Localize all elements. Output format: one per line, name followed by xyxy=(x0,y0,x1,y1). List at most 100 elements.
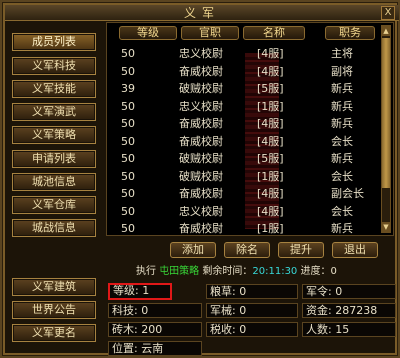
table-row[interactable]: 50 奋威校尉 [4服] 副会长 xyxy=(107,184,379,203)
cell-rank: 忠义校尉 xyxy=(179,99,223,113)
cell-rank: 破贼校尉 xyxy=(179,82,223,95)
column-header-rank[interactable]: 官职 xyxy=(181,26,239,40)
cell-level: 50 xyxy=(121,99,135,113)
tax-field: 税收: 0 xyxy=(206,322,298,337)
cell-role: 会长 xyxy=(331,134,353,148)
cell-rank: 奋威校尉 xyxy=(179,222,223,235)
cell-role: 新兵 xyxy=(331,82,353,95)
cell-name: [4服] xyxy=(257,47,284,60)
cell-role: 主将 xyxy=(331,47,353,60)
table-row[interactable]: 50 奋威校尉 [4服] 新兵 xyxy=(107,114,379,133)
cell-role: 副会长 xyxy=(331,187,364,200)
table-row[interactable]: 50 破贼校尉 [1服] 会长 xyxy=(107,167,379,186)
cell-level: 50 xyxy=(121,117,135,130)
member-table: 等级 官职 名称 职务 50 忠义校尉 [4服] 主将 50 奋威校尉 [4服] 副将 39 破贼… xyxy=(106,22,394,236)
strategy-name: 屯田策略 xyxy=(159,266,200,277)
table-row[interactable]: 39 破贼校尉 [5服] 新兵 xyxy=(107,79,379,98)
military-order-field: 军令: 0 xyxy=(302,284,396,299)
sidebar-item-warehouse[interactable]: 义军仓库 xyxy=(12,196,96,214)
add-button[interactable]: 添加 xyxy=(170,242,216,258)
table-row[interactable]: 50 忠义校尉 [4服] 主将 xyxy=(107,44,379,63)
progress-label: 进度： xyxy=(300,266,331,277)
cell-rank: 破贼校尉 xyxy=(179,152,223,165)
cell-name: [1服] xyxy=(257,222,284,235)
cell-rank: 破贼校尉 xyxy=(179,169,223,183)
sidebar-item-member-list[interactable]: 成员列表 xyxy=(12,33,96,51)
guild-window: 义军 X 成员列表 义军科技 义军技能 义军演武 义军策略 申请列表 城池信息 … xyxy=(0,0,400,358)
cell-name: [4服] xyxy=(257,64,284,78)
window-title: 义军 xyxy=(183,6,220,20)
exec-label: 执行 xyxy=(136,266,156,277)
cell-role: 新兵 xyxy=(331,99,353,113)
remain-label: 剩余时间： xyxy=(202,266,253,277)
cell-name: [4服] xyxy=(257,204,284,218)
members-field: 人数: 15 xyxy=(302,322,396,337)
grain-field: 粮草: 0 xyxy=(206,284,298,299)
cell-level: 50 xyxy=(121,222,135,235)
funds-field: 资金: 287238 xyxy=(302,303,396,318)
cell-role: 会长 xyxy=(331,169,353,183)
cell-level: 50 xyxy=(121,47,135,60)
cell-name: [4服] xyxy=(257,134,284,148)
sidebar-item-drill[interactable]: 义军演武 xyxy=(12,103,96,121)
cell-name: [1服] xyxy=(257,169,284,183)
cell-rank: 忠义校尉 xyxy=(179,47,223,60)
table-row[interactable]: 50 奋威校尉 [4服] 会长 xyxy=(107,132,379,151)
cell-name: [4服] xyxy=(257,117,284,130)
cell-level: 50 xyxy=(121,204,135,218)
cell-name: [4服] xyxy=(257,187,284,200)
sidebar-item-world-notice[interactable]: 世界公告 xyxy=(12,301,96,319)
close-button[interactable]: X xyxy=(381,6,395,20)
cell-name: [5服] xyxy=(257,152,284,165)
cell-role: 会长 xyxy=(331,204,353,218)
table-row[interactable]: 50 奋威校尉 [1服] 新兵 xyxy=(107,219,379,235)
sidebar-item-applications[interactable]: 申请列表 xyxy=(12,150,96,168)
table-row[interactable]: 50 忠义校尉 [4服] 会长 xyxy=(107,202,379,221)
column-header-name[interactable]: 名称 xyxy=(243,26,305,40)
cell-role: 新兵 xyxy=(331,222,353,235)
cell-level: 50 xyxy=(121,187,135,200)
strategy-status: 执行 屯田策略 剩余时间：20:11:30 进度：0 xyxy=(136,265,398,279)
title-bar: 义军 X xyxy=(5,5,399,21)
scroll-down-icon[interactable]: ▼ xyxy=(382,222,390,232)
column-header-level[interactable]: 等级 xyxy=(119,26,177,40)
location-field: 位置: 云南 xyxy=(108,341,202,356)
cell-level: 50 xyxy=(121,169,135,183)
promote-button[interactable]: 提升 xyxy=(278,242,324,258)
sidebar-item-buildings[interactable]: 义军建筑 xyxy=(12,278,96,296)
sidebar-item-city-info[interactable]: 城池信息 xyxy=(12,173,96,191)
scroll-thumb[interactable] xyxy=(382,38,390,188)
cell-rank: 奋威校尉 xyxy=(179,117,223,130)
table-row[interactable]: 50 破贼校尉 [5服] 新兵 xyxy=(107,149,379,168)
table-row[interactable]: 50 忠义校尉 [1服] 新兵 xyxy=(107,97,379,116)
sidebar-item-tech[interactable]: 义军科技 xyxy=(12,57,96,75)
table-row[interactable]: 50 奋威校尉 [4服] 副将 xyxy=(107,62,379,81)
remove-button[interactable]: 除名 xyxy=(224,242,270,258)
cell-rank: 忠义校尉 xyxy=(179,204,223,218)
cell-role: 副将 xyxy=(331,64,353,78)
column-header-role[interactable]: 职务 xyxy=(325,26,375,40)
sidebar-item-siege-info[interactable]: 城战信息 xyxy=(12,219,96,237)
cell-level: 50 xyxy=(121,134,135,148)
cell-role: 新兵 xyxy=(331,152,353,165)
leave-button[interactable]: 退出 xyxy=(332,242,378,258)
cell-level: 39 xyxy=(121,82,135,95)
remain-time: 20:11:30 xyxy=(252,266,298,277)
bricks-field: 砖木: 200 xyxy=(108,322,202,337)
sidebar-item-skills[interactable]: 义军技能 xyxy=(12,80,96,98)
cell-level: 50 xyxy=(121,64,135,78)
table-scrollbar[interactable]: ▲ ▼ xyxy=(381,25,391,233)
scroll-up-icon[interactable]: ▲ xyxy=(382,26,390,36)
cell-name: [1服] xyxy=(257,99,284,113)
cell-rank: 奋威校尉 xyxy=(179,64,223,78)
cell-rank: 奋威校尉 xyxy=(179,134,223,148)
cell-role: 新兵 xyxy=(331,117,353,130)
tech-field: 科技: 0 xyxy=(108,303,202,318)
level-field: 等级: 1 xyxy=(108,283,172,300)
sidebar-item-strategy[interactable]: 义军策略 xyxy=(12,126,96,144)
sidebar: 成员列表 义军科技 义军技能 义军演武 义军策略 申请列表 城池信息 义军仓库 … xyxy=(8,26,100,356)
sidebar-item-rename[interactable]: 义军更名 xyxy=(12,324,96,342)
cell-name: [5服] xyxy=(257,82,284,95)
progress-value: 0 xyxy=(330,266,337,277)
cell-rank: 奋威校尉 xyxy=(179,187,223,200)
